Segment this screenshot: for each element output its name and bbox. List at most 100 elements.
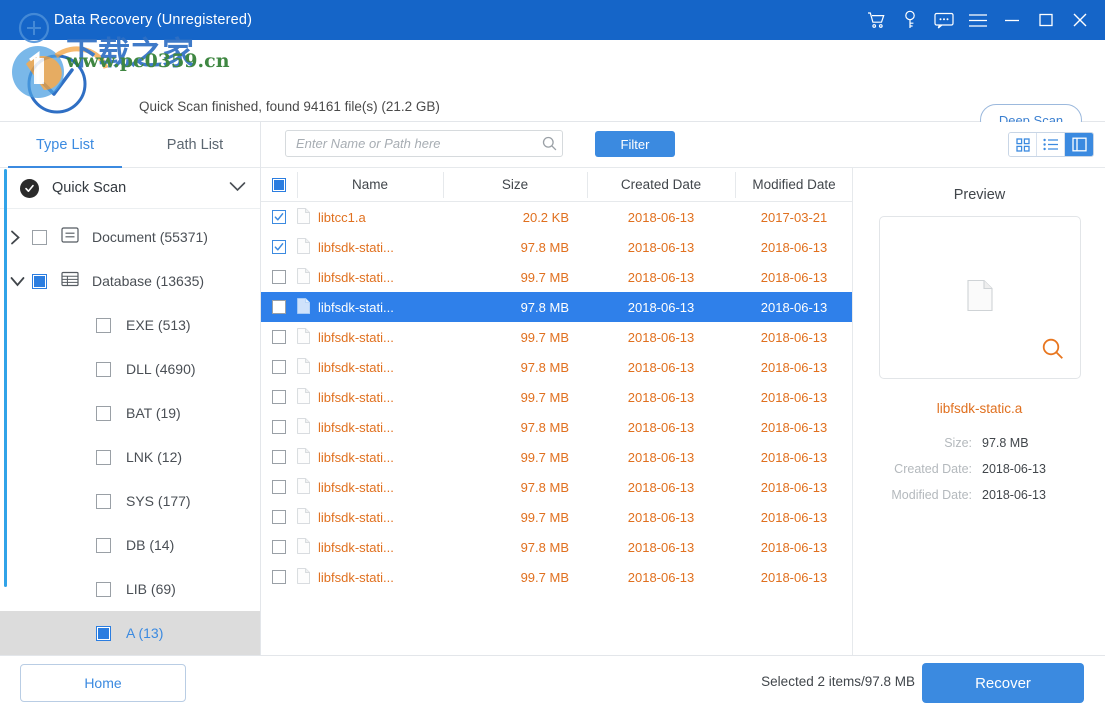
tab-type-list[interactable]: Type List [0, 122, 130, 168]
tree-checkbox-exe[interactable] [96, 318, 111, 333]
column-header-name[interactable]: Name [297, 168, 443, 202]
row-file-size: 99.7 MB [443, 442, 587, 472]
row-checkbox-cell [261, 532, 297, 562]
preview-filename: libfsdk-static.a [854, 401, 1105, 416]
row-created-date: 2018-06-13 [587, 412, 735, 442]
column-header-created-date[interactable]: Created Date [587, 168, 735, 202]
table-row[interactable]: libfsdk-stati...97.8 MB2018-06-132018-06… [261, 232, 852, 262]
search-input[interactable] [286, 136, 536, 151]
tree-checkbox-sys[interactable] [96, 494, 111, 509]
tree-checkbox-lnk[interactable] [96, 450, 111, 465]
tree-checkbox-lib[interactable] [96, 582, 111, 597]
table-row[interactable]: libtcc1.a20.2 KB2018-06-132017-03-21 [261, 202, 852, 232]
row-modified-date: 2018-06-13 [735, 292, 853, 322]
chevron-right-icon[interactable] [10, 230, 32, 245]
tree-checkbox-bat[interactable] [96, 406, 111, 421]
tree-checkbox-dll[interactable] [96, 362, 111, 377]
row-checkbox[interactable] [272, 420, 286, 434]
table-row[interactable]: libfsdk-stati...99.7 MB2018-06-132018-06… [261, 562, 852, 592]
tab-path-list[interactable]: Path List [130, 122, 260, 168]
column-header-size[interactable]: Size [443, 168, 587, 202]
row-file-name: libfsdk-stati... [318, 510, 394, 525]
preview-field-created-value: 2018-06-13 [982, 462, 1046, 476]
check-circle-icon [20, 179, 39, 198]
zoom-preview-icon[interactable] [1041, 337, 1065, 366]
row-checkbox[interactable] [272, 330, 286, 344]
row-checkbox-cell [261, 412, 297, 442]
tree-checkbox-a[interactable] [96, 626, 111, 641]
table-row[interactable]: libfsdk-stati...97.8 MB2018-06-132018-06… [261, 532, 852, 562]
select-all-checkbox[interactable] [272, 178, 286, 192]
table-row[interactable]: libfsdk-stati...99.7 MB2018-06-132018-06… [261, 442, 852, 472]
table-row[interactable]: libfsdk-stati...97.8 MB2018-06-132018-06… [261, 412, 852, 442]
tree-item-database[interactable]: Database (13635) [0, 259, 260, 303]
search-icon[interactable] [536, 136, 562, 151]
row-checkbox[interactable] [272, 270, 286, 284]
split-view-icon[interactable] [1065, 133, 1093, 156]
selection-info: Selected 2 items/97.8 MB [761, 674, 915, 689]
tree-label-a: A (13) [126, 625, 163, 641]
row-checkbox[interactable] [272, 210, 286, 224]
view-mode-group [1008, 132, 1094, 157]
row-checkbox[interactable] [272, 240, 286, 254]
menu-icon[interactable] [961, 0, 995, 40]
close-icon[interactable] [1063, 0, 1097, 40]
row-created-date: 2018-06-13 [587, 382, 735, 412]
document-icon [61, 226, 79, 249]
cart-icon[interactable] [859, 0, 893, 40]
tree-item-dll[interactable]: DLL (4690) [0, 347, 260, 391]
row-checkbox[interactable] [272, 510, 286, 524]
row-checkbox[interactable] [272, 450, 286, 464]
maximize-icon[interactable] [1029, 0, 1063, 40]
row-file-size: 99.7 MB [443, 322, 587, 352]
chat-icon[interactable] [927, 0, 961, 40]
row-checkbox[interactable] [272, 300, 286, 314]
column-header-modified-date[interactable]: Modified Date [735, 168, 853, 202]
row-file-name: libfsdk-stati... [318, 390, 394, 405]
quick-scan-group-header[interactable]: Quick Scan [0, 168, 260, 209]
row-checkbox-cell [261, 382, 297, 412]
table-row[interactable]: libfsdk-stati...99.7 MB2018-06-132018-06… [261, 262, 852, 292]
file-type-tree: Document (55371) Database (13635) EXE (5… [0, 209, 260, 655]
table-row[interactable]: libfsdk-stati...97.8 MB2018-06-132018-06… [261, 352, 852, 382]
table-row[interactable]: libfsdk-stati...99.7 MB2018-06-132018-06… [261, 502, 852, 532]
minimize-icon[interactable] [995, 0, 1029, 40]
row-checkbox[interactable] [272, 390, 286, 404]
table-row[interactable]: libfsdk-stati...99.7 MB2018-06-132018-06… [261, 322, 852, 352]
row-checkbox[interactable] [272, 540, 286, 554]
file-icon [297, 328, 310, 347]
chevron-down-icon-database[interactable] [10, 276, 32, 287]
table-row[interactable]: libfsdk-stati...97.8 MB2018-06-132018-06… [261, 472, 852, 502]
tree-checkbox-db[interactable] [96, 538, 111, 553]
table-row[interactable]: libfsdk-stati...99.7 MB2018-06-132018-06… [261, 382, 852, 412]
chevron-down-icon[interactable] [229, 179, 246, 197]
row-file-name: libfsdk-stati... [318, 570, 394, 585]
filter-button[interactable]: Filter [595, 131, 675, 157]
grid-view-icon[interactable] [1009, 133, 1037, 156]
tree-item-document[interactable]: Document (55371) [0, 215, 260, 259]
row-checkbox[interactable] [272, 570, 286, 584]
search-box[interactable] [285, 130, 563, 157]
row-modified-date: 2018-06-13 [735, 472, 853, 502]
recover-button[interactable]: Recover [922, 663, 1084, 703]
row-checkbox[interactable] [272, 360, 286, 374]
tree-item-exe[interactable]: EXE (513) [0, 303, 260, 347]
key-icon[interactable] [893, 0, 927, 40]
tree-item-a[interactable]: A (13) [0, 611, 260, 655]
tree-item-bat[interactable]: BAT (19) [0, 391, 260, 435]
tree-item-lib[interactable]: LIB (69) [0, 567, 260, 611]
table-row[interactable]: libfsdk-stati...97.8 MB2018-06-132018-06… [261, 292, 852, 322]
row-file-size: 99.7 MB [443, 562, 587, 592]
tree-item-db[interactable]: DB (14) [0, 523, 260, 567]
preview-field-modified-value: 2018-06-13 [982, 488, 1046, 502]
list-view-icon[interactable] [1037, 133, 1065, 156]
home-button[interactable]: Home [20, 664, 186, 702]
row-modified-date: 2017-03-21 [735, 202, 853, 232]
row-file-size: 99.7 MB [443, 502, 587, 532]
row-checkbox[interactable] [272, 480, 286, 494]
row-name-cell: libfsdk-stati... [297, 268, 443, 287]
tree-checkbox-document[interactable] [32, 230, 47, 245]
tree-item-lnk[interactable]: LNK (12) [0, 435, 260, 479]
tree-item-sys[interactable]: SYS (177) [0, 479, 260, 523]
tree-checkbox-database[interactable] [32, 274, 47, 289]
